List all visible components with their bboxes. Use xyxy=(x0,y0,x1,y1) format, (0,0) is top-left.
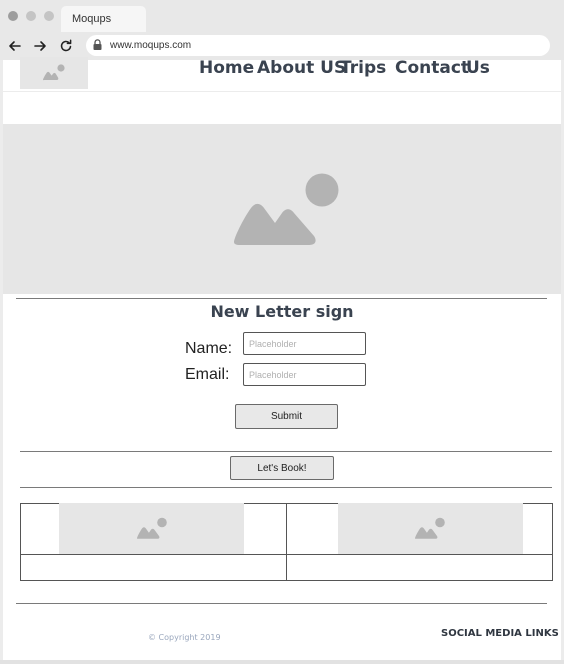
image-placeholder-icon xyxy=(415,517,445,539)
email-label: Email: xyxy=(185,366,230,383)
nav-contact[interactable]: Contact xyxy=(395,58,469,78)
image-placeholder-icon xyxy=(137,517,167,539)
hero-image xyxy=(3,124,561,294)
minimize-dot[interactable] xyxy=(26,11,36,21)
table-column-divider xyxy=(286,504,287,580)
footer-divider xyxy=(16,603,547,604)
table-row-divider xyxy=(21,554,552,555)
logo[interactable] xyxy=(20,57,88,89)
frame-bottom-border xyxy=(0,660,564,664)
lock-icon xyxy=(93,39,102,50)
card-image xyxy=(338,503,523,554)
name-label: Name: xyxy=(185,340,233,357)
image-placeholder-icon xyxy=(43,64,65,81)
forward-arrow-icon[interactable] xyxy=(32,38,48,54)
divider-top xyxy=(16,298,547,299)
newsletter-title: New Letter sign xyxy=(210,302,354,321)
header-divider xyxy=(3,91,561,92)
close-dot[interactable] xyxy=(8,11,18,21)
reload-icon[interactable] xyxy=(58,38,74,54)
lets-book-button[interactable]: Let's Book! xyxy=(230,456,334,480)
image-placeholder-icon xyxy=(234,173,339,245)
address-bar[interactable]: www.moqups.com xyxy=(86,35,550,56)
nav-us[interactable]: Us xyxy=(466,58,490,78)
nav-trips[interactable]: Trips xyxy=(340,58,386,78)
email-input[interactable] xyxy=(243,363,366,386)
name-input[interactable] xyxy=(243,332,366,355)
maximize-dot[interactable] xyxy=(44,11,54,21)
card-image xyxy=(59,503,244,554)
divider-middle xyxy=(20,451,552,452)
social-media-links[interactable]: SOCIAL MEDIA LINKS xyxy=(441,628,559,639)
nav-home[interactable]: Home xyxy=(199,58,254,78)
submit-button[interactable]: Submit xyxy=(235,404,338,429)
url-text: www.moqups.com xyxy=(110,40,192,51)
back-arrow-icon[interactable] xyxy=(7,38,23,54)
copyright-text: © Copyright 2019 xyxy=(148,633,221,642)
browser-tab[interactable]: Moqups xyxy=(61,6,146,32)
browser-chrome: Moqups www.moqups.com xyxy=(0,0,564,60)
nav-about-us[interactable]: About US xyxy=(257,58,346,78)
tab-title: Moqups xyxy=(72,13,112,25)
divider-lower xyxy=(20,487,552,488)
